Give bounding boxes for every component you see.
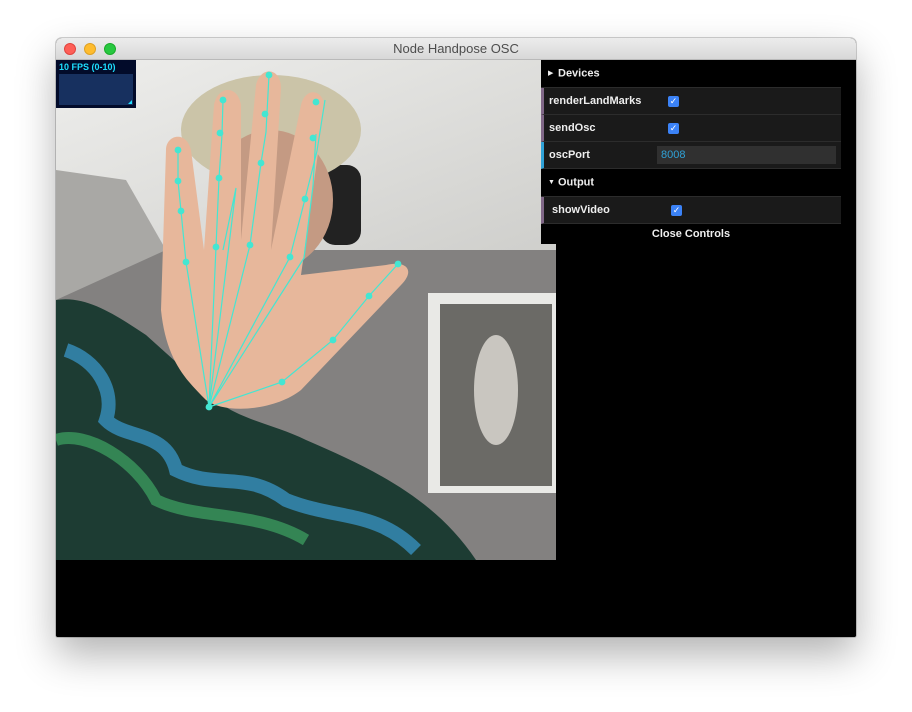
triangle-down-icon: ▼ xyxy=(548,179,555,186)
folder-output-label: Output xyxy=(558,176,595,189)
title-bar[interactable]: Node Handpose OSC xyxy=(56,38,856,60)
poster-figure xyxy=(474,335,518,445)
app-window: Node Handpose OSC 10 FPS (0-10) ▶ Device… xyxy=(56,38,856,637)
showvideo-label: showVideo xyxy=(552,204,610,216)
checkmark-icon: ✓ xyxy=(669,123,678,133)
control-sendosc[interactable]: sendOsc ✓ xyxy=(541,115,841,142)
controls-panel: ▶ Devices renderLandMarks ✓ sendOsc ✓ osc… xyxy=(541,60,841,244)
folder-output[interactable]: ▼ Output xyxy=(541,169,841,197)
oscport-label: oscPort xyxy=(549,149,590,161)
folder-devices[interactable]: ▶ Devices xyxy=(541,60,841,88)
app-content: 10 FPS (0-10) ▶ Devices renderLandMarks ✓… xyxy=(56,60,856,637)
renderlandmarks-checkbox[interactable]: ✓ xyxy=(668,96,679,107)
control-renderlandmarks[interactable]: renderLandMarks ✓ xyxy=(541,88,841,115)
control-oscport[interactable]: oscPort 8008 xyxy=(541,142,841,169)
triangle-right-icon: ▶ xyxy=(548,70,554,77)
sendosc-checkbox[interactable]: ✓ xyxy=(668,123,679,134)
window-title: Node Handpose OSC xyxy=(393,41,519,56)
checkmark-icon: ✓ xyxy=(672,205,681,215)
sendosc-label: sendOsc xyxy=(549,122,596,134)
fps-stats-panel[interactable]: 10 FPS (0-10) xyxy=(56,60,136,108)
webcam-video: 10 FPS (0-10) xyxy=(56,60,556,560)
oscport-input[interactable]: 8008 xyxy=(657,146,836,164)
renderlandmarks-label: renderLandMarks xyxy=(549,95,642,107)
checkmark-icon: ✓ xyxy=(669,96,678,106)
close-controls-button[interactable]: Close Controls xyxy=(541,224,841,244)
fps-readout: 10 FPS (0-10) xyxy=(59,62,116,72)
video-frame xyxy=(56,60,556,560)
control-showvideo[interactable]: showVideo ✓ xyxy=(541,197,841,224)
fps-graph xyxy=(59,74,133,105)
folder-devices-label: Devices xyxy=(558,67,600,80)
showvideo-checkbox[interactable]: ✓ xyxy=(671,205,682,216)
